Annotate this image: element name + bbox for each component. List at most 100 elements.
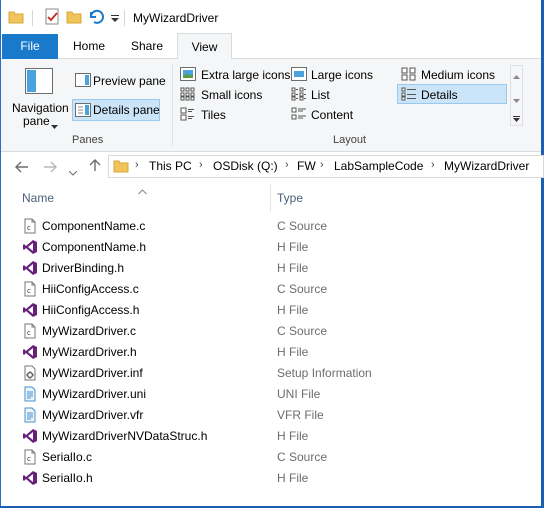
file-row[interactable]: MyWizardDriver.inf Setup Information	[18, 363, 538, 384]
file-type: H File	[277, 429, 309, 443]
file-name: MyWizardDriverNVDataStruc.h	[42, 429, 208, 443]
file-type: C Source	[277, 450, 328, 464]
breadcrumb-this-pc[interactable]: This PC	[149, 159, 192, 173]
recent-locations-icon[interactable]	[68, 165, 78, 179]
file-name: HiiConfigAccess.h	[42, 303, 140, 317]
file-name: MyWizardDriver.c	[42, 324, 137, 338]
h-file-icon	[22, 428, 38, 444]
svg-text:c: c	[27, 224, 31, 232]
file-row[interactable]: ComponentName.h H File	[18, 237, 538, 258]
up-arrow-icon[interactable]	[89, 158, 101, 175]
file-type: C Source	[277, 219, 328, 233]
file-row[interactable]: c HiiConfigAccess.c C Source	[18, 279, 538, 300]
small-icons-button[interactable]: Small icons	[201, 88, 262, 102]
file-name: DriverBinding.h	[42, 261, 125, 275]
title-bar	[1, 0, 541, 34]
file-row[interactable]: c ComponentName.c C Source	[18, 216, 538, 237]
file-row[interactable]: c MyWizardDriver.c C Source	[18, 321, 538, 342]
small-icons-icon[interactable]	[180, 87, 196, 104]
breadcrumb-chevron-icon[interactable]: ›	[431, 159, 435, 171]
folder-location-icon	[113, 158, 129, 177]
medium-icons-icon[interactable]	[401, 67, 417, 84]
navigation-pane-label[interactable]: Navigation	[12, 101, 69, 115]
details-pane-icon[interactable]	[75, 103, 91, 120]
properties-icon[interactable]	[44, 8, 60, 29]
file-name: MyWizardDriver.inf	[42, 366, 143, 380]
dropdown-arrow-icon[interactable]	[51, 119, 58, 133]
tab-file[interactable]: File	[2, 34, 58, 59]
file-name: MyWizardDriver.h	[42, 345, 137, 359]
navigation-pane-icon[interactable]	[25, 68, 53, 97]
group-separator	[172, 64, 173, 146]
details-button[interactable]: Details	[421, 88, 458, 102]
undo-icon[interactable]	[88, 9, 104, 28]
layout-group-label: Layout	[333, 134, 367, 146]
medium-icons-button[interactable]: Medium icons	[421, 68, 495, 82]
breadcrumb-chevron-icon[interactable]: ›	[135, 159, 139, 171]
file-name: MyWizardDriver.vfr	[42, 408, 144, 422]
preview-pane-button[interactable]: Preview pane	[93, 74, 166, 88]
file-row[interactable]: MyWizardDriverNVDataStruc.h H File	[18, 426, 538, 447]
file-type: H File	[277, 303, 309, 317]
file-type: H File	[277, 261, 309, 275]
gallery-more-icon[interactable]	[513, 112, 520, 126]
content-button[interactable]: Content	[311, 108, 353, 122]
content-icon[interactable]	[291, 107, 307, 124]
extra-large-icons-icon[interactable]	[180, 67, 196, 84]
tiles-icon[interactable]	[180, 107, 196, 124]
file-type: Setup Information	[277, 366, 372, 380]
scroll-up-icon[interactable]	[513, 69, 520, 83]
preview-pane-icon[interactable]	[75, 73, 91, 90]
extra-large-icons-button[interactable]: Extra large icons	[201, 68, 290, 82]
breadcrumb-osdisk[interactable]: OSDisk (Q:)	[213, 159, 278, 173]
breadcrumb-chevron-icon[interactable]: ›	[320, 159, 324, 171]
navigation-pane-label-2[interactable]: pane	[23, 114, 50, 128]
file-name: SerialIo.h	[42, 471, 93, 485]
tab-share[interactable]: Share	[124, 34, 170, 58]
vfr-file-icon	[22, 407, 38, 423]
breadcrumb-chevron-icon[interactable]: ›	[285, 159, 289, 171]
c-source-icon: c	[22, 449, 38, 465]
scroll-down-icon[interactable]	[513, 93, 520, 107]
h-file-icon	[22, 470, 38, 486]
large-icons-icon[interactable]	[291, 67, 307, 84]
file-row[interactable]: MyWizardDriver.h H File	[18, 342, 538, 363]
breadcrumb-fw[interactable]: FW	[297, 159, 316, 173]
file-name: ComponentName.c	[42, 219, 146, 233]
file-row[interactable]: HiiConfigAccess.h H File	[18, 300, 538, 321]
tab-home[interactable]: Home	[66, 34, 112, 58]
svg-text:c: c	[27, 455, 31, 463]
column-header-type[interactable]: Type	[277, 191, 303, 205]
list-button[interactable]: List	[311, 88, 330, 102]
panes-group-label: Panes	[72, 134, 104, 146]
h-file-icon	[22, 302, 38, 318]
file-row[interactable]: MyWizardDriver.vfr VFR File	[18, 405, 538, 426]
setup-info-icon	[22, 365, 38, 381]
customize-qa-icon[interactable]	[111, 13, 120, 27]
file-row[interactable]: c SerialIo.c C Source	[18, 447, 538, 468]
file-name: HiiConfigAccess.c	[42, 282, 139, 296]
column-header-name[interactable]: Name	[22, 191, 54, 205]
file-type: H File	[277, 345, 309, 359]
details-pane-button[interactable]: Details pane	[93, 103, 160, 117]
file-row[interactable]: MyWizardDriver.uni UNI File	[18, 384, 538, 405]
file-row[interactable]: DriverBinding.h H File	[18, 258, 538, 279]
back-arrow-icon[interactable]	[15, 161, 29, 176]
file-name: MyWizardDriver.uni	[42, 387, 147, 401]
tiles-button[interactable]: Tiles	[201, 108, 226, 122]
file-row[interactable]: SerialIo.h H File	[18, 468, 538, 489]
large-icons-button[interactable]: Large icons	[311, 68, 373, 82]
new-folder-icon[interactable]	[66, 9, 82, 28]
list-icon[interactable]	[291, 87, 307, 104]
breadcrumb-labsamplecode[interactable]: LabSampleCode	[334, 159, 423, 173]
details-icon[interactable]	[401, 87, 417, 104]
svg-text:c: c	[27, 287, 31, 295]
tab-view[interactable]: View	[177, 33, 232, 60]
h-file-icon	[22, 344, 38, 360]
file-name: ComponentName.h	[42, 240, 147, 254]
breadcrumb-mywizarddriver[interactable]: MyWizardDriver	[444, 159, 529, 173]
column-divider[interactable]	[270, 184, 271, 212]
h-file-icon	[22, 260, 38, 276]
breadcrumb-chevron-icon[interactable]: ›	[199, 159, 203, 171]
forward-arrow-icon[interactable]	[43, 161, 57, 176]
